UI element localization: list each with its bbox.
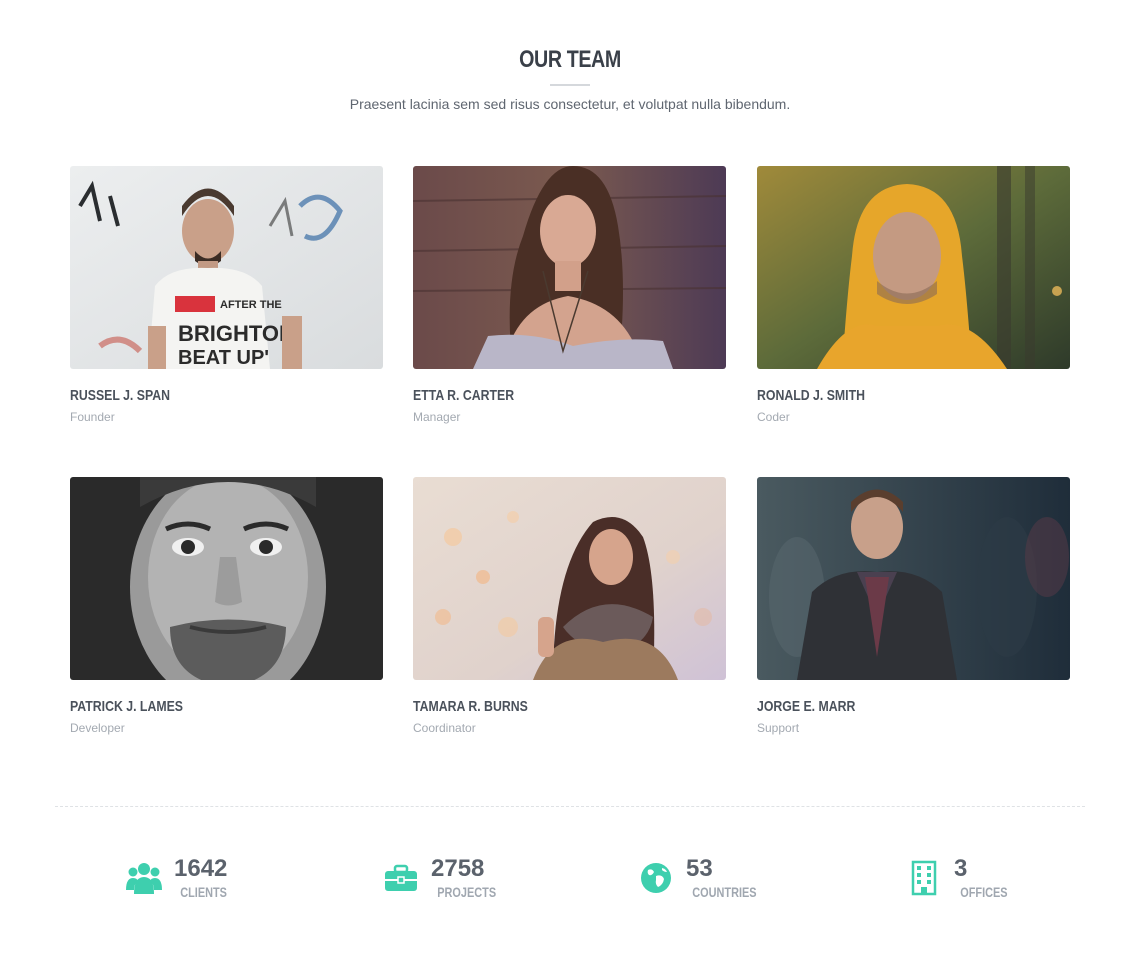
briefcase-icon bbox=[383, 860, 419, 896]
team-card[interactable]: BRIGHTON BEAT UP' AFTER THE RUSSEL J. SP… bbox=[70, 166, 383, 424]
team-card[interactable]: TAMARA R. BURNS Coordinator bbox=[413, 477, 726, 735]
building-icon bbox=[906, 860, 942, 896]
team-card[interactable]: ETTA R. CARTER Manager bbox=[413, 166, 726, 424]
stat-value: 53 bbox=[686, 855, 713, 882]
team-card[interactable]: JORGE E. MARR Support bbox=[757, 477, 1070, 735]
svg-text:BRIGHTON: BRIGHTON bbox=[178, 321, 295, 346]
stat-value: 2758 bbox=[431, 855, 485, 882]
stat-offices: 3 OFFICES bbox=[906, 853, 1023, 903]
team-card[interactable]: PATRICK J. LAMES Developer bbox=[70, 477, 383, 735]
stat-label: CLIENTS bbox=[180, 884, 227, 900]
team-member-name: JORGE E. MARR bbox=[757, 698, 856, 715]
team-member-name: ETTA R. CARTER bbox=[413, 387, 515, 404]
team-member-photo[interactable] bbox=[757, 477, 1070, 680]
team-card[interactable]: RONALD J. SMITH Coder bbox=[757, 166, 1070, 424]
stat-countries: 53 COUNTRIES bbox=[638, 853, 776, 903]
stat-label: OFFICES bbox=[960, 884, 1008, 900]
team-member-role: Founder bbox=[70, 410, 115, 424]
section-title: OUR TEAM bbox=[519, 46, 621, 73]
svg-text:AFTER THE: AFTER THE bbox=[220, 299, 282, 311]
globe-icon bbox=[638, 860, 674, 896]
stat-clients: 1642 CLIENTS bbox=[126, 853, 242, 903]
team-member-photo[interactable] bbox=[413, 477, 726, 680]
stat-value: 3 bbox=[954, 855, 968, 882]
section-divider bbox=[55, 806, 1085, 807]
svg-text:BEAT UP': BEAT UP' bbox=[178, 347, 269, 369]
team-member-name: PATRICK J. LAMES bbox=[70, 698, 183, 715]
team-member-photo[interactable] bbox=[413, 166, 726, 369]
team-member-name: TAMARA R. BURNS bbox=[413, 698, 528, 715]
team-member-role: Manager bbox=[413, 410, 461, 424]
team-member-role: Coder bbox=[757, 410, 790, 424]
team-member-name: RONALD J. SMITH bbox=[757, 387, 865, 404]
team-member-photo[interactable] bbox=[757, 166, 1070, 369]
team-member-role: Developer bbox=[70, 721, 125, 735]
users-icon bbox=[126, 860, 162, 896]
team-member-name: RUSSEL J. SPAN bbox=[70, 387, 171, 404]
section-subtitle: Praesent lacinia sem sed risus consectet… bbox=[349, 96, 791, 112]
team-member-photo[interactable]: BRIGHTON BEAT UP' AFTER THE bbox=[70, 166, 383, 369]
stat-value: 1642 bbox=[174, 855, 228, 882]
stat-label: PROJECTS bbox=[437, 884, 497, 900]
team-member-role: Coordinator bbox=[413, 721, 476, 735]
team-member-photo[interactable] bbox=[70, 477, 383, 680]
title-underline bbox=[550, 84, 590, 86]
stat-label: COUNTRIES bbox=[692, 884, 757, 900]
stat-projects: 2758 PROJECTS bbox=[383, 853, 514, 903]
team-member-role: Support bbox=[757, 721, 800, 735]
team-section-header: OUR TEAM Praesent lacinia sem sed risus … bbox=[0, 44, 1140, 112]
